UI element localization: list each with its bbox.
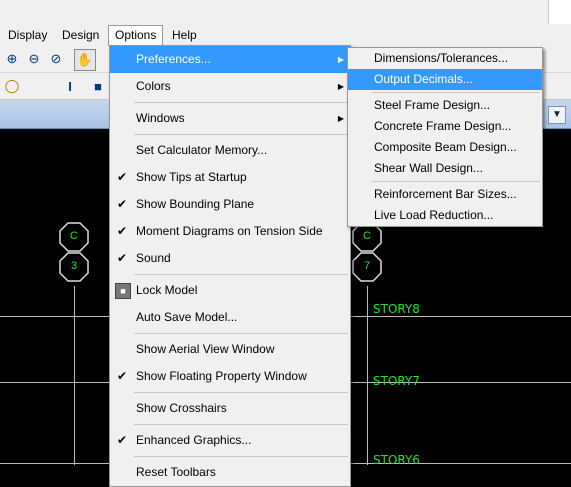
menu-separator <box>134 134 348 135</box>
menu-item-auto-save-model[interactable]: Auto Save Model... <box>110 304 350 331</box>
menu-display[interactable]: Display <box>2 26 53 44</box>
text-cursor-icon[interactable]: I <box>60 76 80 96</box>
menu-bar: Display Design Options Help <box>0 24 571 47</box>
menu-item-label: Lock Model <box>136 283 198 297</box>
menu-item-show-crosshairs[interactable]: Show Crosshairs <box>110 395 350 422</box>
menu-item-label: Show Aerial View Window <box>136 342 275 356</box>
menu-item-windows[interactable]: Windows ▶ <box>110 105 350 132</box>
menu-separator <box>134 102 348 103</box>
menu-item-show-bounding-plane[interactable]: ✔ Show Bounding Plane <box>110 191 350 218</box>
options-menu: Preferences... ▶ Colors ▶ Windows ▶ Set Calcul… <box>109 45 351 487</box>
story8-label: STORY8 <box>373 302 420 316</box>
menu-separator <box>372 92 540 93</box>
menu-item-show-floating-property-window[interactable]: ✔ Show Floating Property Window <box>110 363 350 390</box>
menu-item-label: Colors <box>136 79 171 93</box>
menu-help[interactable]: Help <box>166 26 203 44</box>
menu-item-label: Dimensions/Tolerances... <box>374 51 509 65</box>
menu-separator <box>134 333 348 334</box>
grid-bubble-7-label: 7 <box>363 260 371 272</box>
pan-hand-icon[interactable]: ✋ <box>74 49 96 71</box>
menu-item-shear-wall-design[interactable]: Shear Wall Design... <box>348 158 542 179</box>
menu-item-label: Sound <box>136 251 171 265</box>
menu-item-label: Show Tips at Startup <box>136 170 247 184</box>
title-strip <box>0 0 571 24</box>
menu-item-composite-beam-design[interactable]: Composite Beam Design... <box>348 137 542 158</box>
menu-item-dimensions-tolerances[interactable]: Dimensions/Tolerances... <box>348 48 542 69</box>
menu-item-label: Steel Frame Design... <box>374 98 491 112</box>
menu-separator <box>134 456 348 457</box>
select-icon[interactable]: ◯ <box>2 76 22 96</box>
menu-item-enhanced-graphics[interactable]: ✔ Enhanced Graphics... <box>110 427 350 454</box>
menu-item-label: Output Decimals... <box>374 72 473 86</box>
menu-item-label: Windows <box>136 111 185 125</box>
menu-separator <box>134 424 348 425</box>
menu-item-label: Set Calculator Memory... <box>136 143 268 157</box>
zoom-out-icon[interactable]: ⊖ <box>24 49 44 69</box>
lock-icon: ■ <box>115 283 131 299</box>
preferences-submenu: Dimensions/Tolerances... Output Decimals.… <box>347 47 543 227</box>
menu-item-reinforcement-bar-sizes[interactable]: Reinforcement Bar Sizes... <box>348 184 542 205</box>
submenu-arrow-icon: ▶ <box>337 82 344 91</box>
menu-item-label: Concrete Frame Design... <box>374 119 512 133</box>
menu-item-label: Composite Beam Design... <box>374 140 517 154</box>
menu-item-colors[interactable]: Colors ▶ <box>110 73 350 100</box>
menu-separator <box>134 274 348 275</box>
menu-item-label: Auto Save Model... <box>136 310 238 324</box>
checkmark-icon: ✔ <box>117 224 128 238</box>
story7-label: STORY7 <box>373 374 420 388</box>
menu-item-label: Live Load Reduction... <box>374 208 494 222</box>
menu-item-label: Moment Diagrams on Tension Side <box>136 224 323 238</box>
menu-item-preferences[interactable]: Preferences... ▶ <box>110 46 350 73</box>
checkmark-icon: ✔ <box>117 197 128 211</box>
menu-options[interactable]: Options <box>108 25 164 46</box>
menu-item-label: Preferences... <box>136 52 211 66</box>
zoom-in-icon[interactable]: ⊕ <box>2 49 22 69</box>
checkmark-icon: ✔ <box>117 369 128 383</box>
menu-item-reset-toolbars[interactable]: Reset Toolbars <box>110 459 350 486</box>
window-dropdown-icon[interactable]: ▼ <box>548 106 566 124</box>
menu-item-sound[interactable]: ✔ Sound <box>110 245 350 272</box>
checkmark-icon: ✔ <box>117 433 128 447</box>
zoom-restore-icon[interactable]: ⊘ <box>46 49 66 69</box>
grid-bubble-c2-label: C <box>363 230 371 242</box>
menu-item-label: Show Floating Property Window <box>136 369 307 383</box>
window-edge <box>548 0 571 24</box>
menu-separator <box>372 181 540 182</box>
grid-line-c7 <box>367 286 368 465</box>
menu-item-set-calculator-memory[interactable]: Set Calculator Memory... <box>110 137 350 164</box>
grid-line-c3 <box>74 286 75 465</box>
menu-item-label: Show Bounding Plane <box>136 197 255 211</box>
menu-item-show-aerial-view-window[interactable]: Show Aerial View Window <box>110 336 350 363</box>
menu-item-label: Reset Toolbars <box>136 465 216 479</box>
submenu-arrow-icon: ▶ <box>337 114 344 123</box>
menu-item-label: Show Crosshairs <box>136 401 227 415</box>
menu-separator <box>134 392 348 393</box>
grid-bubble-c-label: C <box>70 230 78 242</box>
menu-item-lock-model[interactable]: ■ Lock Model <box>110 277 350 304</box>
menu-item-output-decimals[interactable]: Output Decimals... <box>348 69 542 90</box>
menu-item-label: Shear Wall Design... <box>374 161 483 175</box>
menu-design[interactable]: Design <box>56 26 105 44</box>
checkmark-icon: ✔ <box>117 170 128 184</box>
submenu-arrow-icon: ▶ <box>337 55 344 64</box>
menu-item-label: Enhanced Graphics... <box>136 433 252 447</box>
menu-item-show-tips-at-startup[interactable]: ✔ Show Tips at Startup <box>110 164 350 191</box>
grid-bubble-3-label: 3 <box>70 260 78 272</box>
snap-icon[interactable]: ■ <box>88 76 108 96</box>
menu-item-label: Reinforcement Bar Sizes... <box>374 187 517 201</box>
menu-item-live-load-reduction[interactable]: Live Load Reduction... <box>348 205 542 226</box>
checkmark-icon: ✔ <box>117 251 128 265</box>
menu-item-steel-frame-design[interactable]: Steel Frame Design... <box>348 95 542 116</box>
menu-item-moment-diagrams-on-tension-side[interactable]: ✔ Moment Diagrams on Tension Side <box>110 218 350 245</box>
menu-item-concrete-frame-design[interactable]: Concrete Frame Design... <box>348 116 542 137</box>
